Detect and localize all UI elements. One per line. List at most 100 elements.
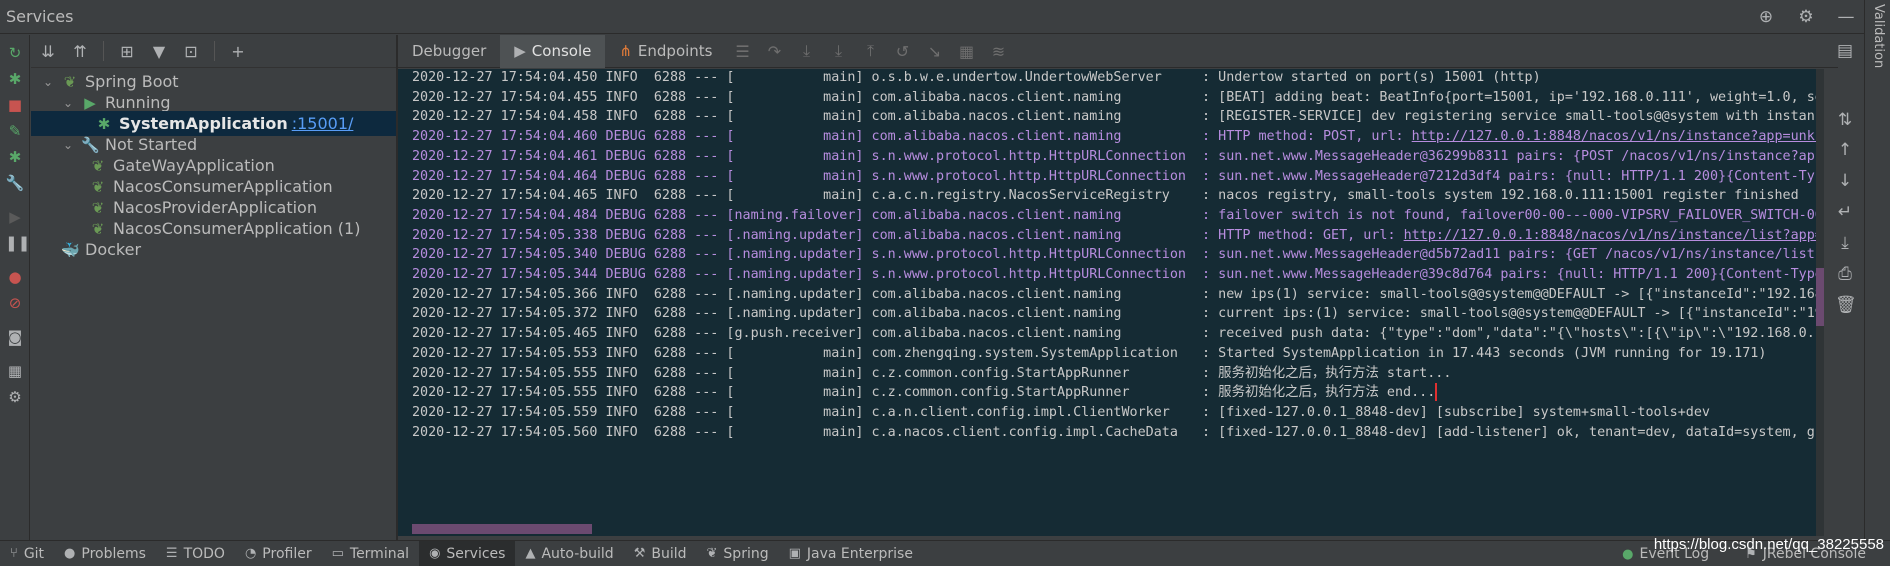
tab-java-enterprise[interactable]: ▣ Java Enterprise (779, 541, 923, 566)
evaluate-icon[interactable]: ▦ (957, 42, 977, 61)
add-icon[interactable]: + (229, 42, 247, 61)
console-output[interactable]: 2020-12-27 17:54:04.450 INFO 6288 --- [ … (398, 69, 1818, 536)
collapse-all-icon[interactable]: ⇈ (71, 42, 89, 61)
git-icon: ⑂ (10, 546, 18, 561)
todo-icon: ☰ (165, 546, 178, 561)
step-over-icon[interactable]: ↷ (765, 42, 785, 61)
trash-icon[interactable]: 🗑 (1835, 295, 1857, 315)
tree-node-docker[interactable]: 🐳 Docker (31, 237, 396, 262)
tab-debugger[interactable]: Debugger (398, 35, 500, 68)
spring-boot-icon: ❦ (63, 72, 77, 91)
camera-icon[interactable]: ◙ (5, 327, 25, 347)
java-enterprise-icon: ▣ (788, 546, 801, 561)
mute-breakpoints-icon[interactable]: ⊘ (5, 293, 25, 313)
right-side-stripe: Validation (1864, 0, 1890, 540)
tab-console[interactable]: ▶ Console (500, 34, 606, 68)
force-step-into-icon[interactable]: ⤓ (829, 41, 849, 61)
tree-toolbar: ⇊ ⇈ ⊞ ▼ ⊡ + (31, 35, 396, 68)
up-arrow-icon[interactable]: ↑ (1835, 140, 1855, 160)
resume-icon[interactable]: ▶ (5, 207, 25, 227)
spring-app-error-icon: ❦ (91, 177, 105, 196)
scroll-to-end-icon[interactable]: ⤓ (1835, 233, 1855, 253)
services-title: Services (6, 7, 74, 26)
trace-icon[interactable]: ≋ (989, 42, 1009, 61)
tab-label: TODO (183, 545, 225, 562)
vertical-scrollbar-thumb[interactable] (1816, 268, 1824, 326)
tree-node-label: SystemApplication (119, 114, 288, 133)
down-arrow-icon[interactable]: ↓ (1835, 171, 1855, 191)
validation-tab[interactable]: Validation (1871, 4, 1886, 68)
text-cursor (1435, 383, 1438, 402)
tab-label: Git (23, 545, 45, 562)
breakpoint-icon[interactable]: ● (5, 267, 25, 287)
filter-icon[interactable]: ▼ (150, 42, 168, 61)
toolbar-separator (103, 41, 104, 61)
group-icon[interactable]: ⊞ (118, 42, 136, 61)
log-url-link[interactable]: http://127.0.0.1:8848/nacos/v1/ns/instan… (1404, 228, 1818, 243)
pause-icon[interactable]: ❚❚ (5, 233, 30, 253)
minimize-icon[interactable]: — (1836, 7, 1856, 27)
step-into-icon[interactable]: ⤓ (797, 41, 817, 61)
tab-profiler[interactable]: ◔ Profiler (235, 541, 322, 566)
tab-label: Java Enterprise (806, 545, 913, 562)
spring-icon: ❦ (706, 546, 718, 561)
gear-icon[interactable]: ⚙ (1796, 7, 1816, 27)
bottom-toolbar: ⑂ Git ● Problems ☰ TODO ◔ Profiler ▭ Terminal… (0, 540, 1890, 566)
run-icon: ▶ (84, 93, 96, 112)
rerun-icon[interactable]: ↻ (5, 43, 25, 63)
tab-endpoints[interactable]: ⋔ Endpoints (605, 35, 726, 68)
tab-git[interactable]: ⑂ Git (0, 541, 54, 566)
spring-app-icon: ❦ (91, 219, 105, 238)
services-header: Services ⊕ ⚙ — (0, 0, 1864, 34)
chevron-down-icon[interactable]: ⌄ (41, 75, 55, 89)
tree-node-label: Spring Boot (85, 72, 179, 91)
run-to-cursor-icon[interactable]: ↘ (925, 42, 945, 61)
tree-node-label: NacosProviderApplication (113, 198, 317, 217)
tab-terminal[interactable]: ▭ Terminal (322, 541, 419, 566)
sort-icon[interactable]: ⇅ (1835, 110, 1855, 130)
chevron-down-icon[interactable]: ⌄ (61, 138, 75, 152)
expand-all-icon[interactable]: ⇊ (39, 42, 57, 61)
tab-build[interactable]: ⚒ Build (624, 541, 697, 566)
watermark: https://blog.csdn.net/qq_38225558 (1653, 536, 1884, 553)
tab-spring[interactable]: ❦ Spring (697, 541, 779, 566)
port-link[interactable]: :15001/ (292, 114, 354, 133)
tab-services[interactable]: ◉ Services (419, 540, 516, 566)
log-url-link[interactable]: http://127.0.0.1:8848/nacos/v1/ns/instan… (1412, 129, 1818, 144)
profiler-icon: ◔ (244, 546, 257, 561)
tab-auto-build[interactable]: ▲ Auto-build (515, 541, 623, 566)
wrench-icon[interactable]: 🔧 (5, 173, 25, 193)
soft-wrap-icon[interactable]: ↵ (1835, 202, 1855, 222)
attach-icon[interactable]: ✎ (5, 121, 25, 141)
spring-app-icon: ❦ (91, 156, 105, 175)
run-all-icon[interactable]: ✱ (5, 147, 25, 167)
horizontal-scrollbar[interactable] (412, 524, 592, 534)
console-icon: ▶ (514, 42, 526, 60)
tab-label: Endpoints (637, 42, 713, 60)
debug-bug-icon[interactable]: ✱ (5, 69, 25, 89)
tab-label: Auto-build (541, 545, 614, 562)
console-tabs: Debugger ▶ Console ⋔ Endpoints ☰ ↷ ⤓ ⤓ ⤒… (398, 34, 1838, 68)
print-icon[interactable]: ⎙ (1835, 264, 1855, 284)
chevron-down-icon[interactable]: ⌄ (61, 96, 75, 110)
layout-icon[interactable]: ▦ (5, 361, 25, 381)
tab-label: Debugger (412, 42, 487, 60)
tab-label: Profiler (262, 545, 312, 562)
target-icon[interactable]: ⊕ (1756, 7, 1776, 27)
docker-icon: 🐳 (61, 240, 80, 259)
step-out-icon[interactable]: ⤒ (861, 41, 881, 61)
tab-label: Services (446, 545, 506, 562)
new-tab-icon[interactable]: ⊡ (182, 42, 200, 61)
settings-icon[interactable]: ⚙ (5, 387, 25, 407)
tab-problems[interactable]: ● Problems (54, 541, 156, 566)
wrench-icon: 🔧 (81, 135, 100, 154)
menu-icon[interactable]: ☰ (733, 42, 753, 61)
layout-settings-icon[interactable]: ▤ (1835, 41, 1855, 61)
hammer-icon: ⚒ (633, 546, 646, 561)
tab-label: Spring (723, 545, 769, 562)
console-actions: ▤ ⇅ ↑ ↓ ↵ ⤓ ⎙ 🗑 (1826, 41, 1864, 536)
toolbar-separator (214, 41, 215, 61)
stop-icon[interactable]: ■ (5, 95, 25, 115)
drop-frame-icon[interactable]: ↺ (893, 42, 913, 61)
tab-todo[interactable]: ☰ TODO (156, 541, 235, 566)
